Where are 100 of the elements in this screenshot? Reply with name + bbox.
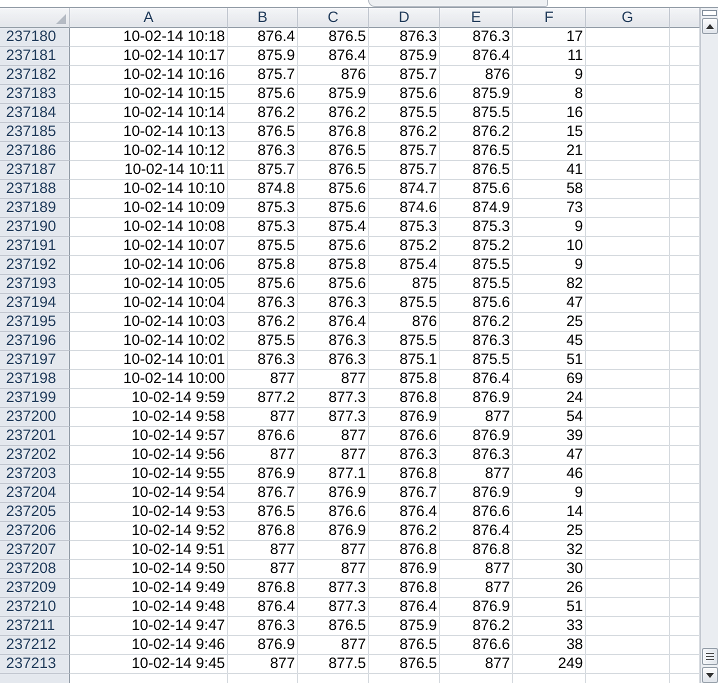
row-header[interactable]: 237186 bbox=[0, 142, 70, 161]
row-header[interactable]: 237210 bbox=[0, 598, 70, 617]
row-header[interactable]: 237184 bbox=[0, 104, 70, 123]
vertical-scrollbar[interactable] bbox=[700, 8, 718, 683]
table-cell: 33 bbox=[513, 617, 586, 636]
table-cell: 876.2 bbox=[440, 123, 513, 142]
select-all-button[interactable] bbox=[0, 8, 70, 28]
table-cell: 875.7 bbox=[228, 66, 298, 85]
table-cell: 876.5 bbox=[228, 123, 298, 142]
scroll-thumb[interactable] bbox=[702, 648, 718, 665]
table-cell: 10-02-14 10:03 bbox=[70, 313, 228, 332]
table-cell: 876.2 bbox=[440, 313, 513, 332]
table-cell: 876 bbox=[440, 66, 513, 85]
row-header[interactable]: 237194 bbox=[0, 294, 70, 313]
grip-icon bbox=[706, 653, 714, 660]
row-header[interactable]: 237211 bbox=[0, 617, 70, 636]
row-header[interactable]: 237200 bbox=[0, 408, 70, 427]
row-header[interactable]: 237190 bbox=[0, 218, 70, 237]
row-header[interactable]: 237212 bbox=[0, 636, 70, 655]
table-cell: 875.5 bbox=[369, 104, 440, 123]
table-cell: 10-02-14 9:55 bbox=[70, 465, 228, 484]
table-cell: 877.3 bbox=[298, 598, 369, 617]
row-header[interactable]: 237204 bbox=[0, 484, 70, 503]
column-header[interactable]: A bbox=[70, 8, 228, 28]
table-cell: 249 bbox=[513, 655, 586, 674]
column-header[interactable]: E bbox=[440, 8, 513, 28]
row-header[interactable]: 237205 bbox=[0, 503, 70, 522]
table-cell: 875.5 bbox=[440, 351, 513, 370]
table-cell: 15 bbox=[513, 123, 586, 142]
table-cell: 10-02-14 9:45 bbox=[70, 655, 228, 674]
row-header[interactable]: 237197 bbox=[0, 351, 70, 370]
row-header[interactable]: 237191 bbox=[0, 237, 70, 256]
column-header[interactable]: D bbox=[369, 8, 440, 28]
row-header[interactable]: 237180 bbox=[0, 28, 70, 47]
row-header[interactable]: 237182 bbox=[0, 66, 70, 85]
table-cell: 877.3 bbox=[298, 408, 369, 427]
table-cell: 874.7 bbox=[369, 180, 440, 199]
split-handle[interactable] bbox=[702, 10, 717, 16]
table-cell: 10-02-14 10:00 bbox=[70, 370, 228, 389]
row-header[interactable]: 237192 bbox=[0, 256, 70, 275]
table-cell: 877.5 bbox=[298, 655, 369, 674]
row-header[interactable]: 237199 bbox=[0, 389, 70, 408]
row-header[interactable]: 237206 bbox=[0, 522, 70, 541]
row-header[interactable]: 237196 bbox=[0, 332, 70, 351]
column-header[interactable]: C bbox=[298, 8, 369, 28]
row-header[interactable]: 237189 bbox=[0, 199, 70, 218]
table-cell: 876.4 bbox=[228, 28, 298, 47]
table-cell: 876.9 bbox=[440, 427, 513, 446]
table-cell: 10-02-14 9:47 bbox=[70, 617, 228, 636]
table-cell: 876.3 bbox=[228, 142, 298, 161]
table-cell: 876.5 bbox=[298, 28, 369, 47]
column-header[interactable]: B bbox=[228, 8, 298, 28]
table-cell: 875.6 bbox=[440, 180, 513, 199]
table-cell: 16 bbox=[513, 104, 586, 123]
table-cell: 876.5 bbox=[440, 142, 513, 161]
table-cell: 10-02-14 9:46 bbox=[70, 636, 228, 655]
row-header[interactable]: 237201 bbox=[0, 427, 70, 446]
table-cell: 58 bbox=[513, 180, 586, 199]
row-header[interactable]: 237203 bbox=[0, 465, 70, 484]
table-cell: 876.8 bbox=[228, 522, 298, 541]
table-cell: 876.2 bbox=[440, 617, 513, 636]
row-header[interactable]: 237188 bbox=[0, 180, 70, 199]
table-cell: 876.3 bbox=[298, 332, 369, 351]
row-header[interactable]: 237213 bbox=[0, 655, 70, 674]
table-cell: 10-02-14 10:02 bbox=[70, 332, 228, 351]
row-header[interactable]: 237181 bbox=[0, 47, 70, 66]
row-header[interactable]: 237208 bbox=[0, 560, 70, 579]
row-header[interactable]: 237187 bbox=[0, 161, 70, 180]
row-header[interactable]: 237183 bbox=[0, 85, 70, 104]
table-cell: 874.8 bbox=[228, 180, 298, 199]
row-header[interactable]: 237195 bbox=[0, 313, 70, 332]
row-header[interactable]: 237207 bbox=[0, 541, 70, 560]
table-cell: 51 bbox=[513, 598, 586, 617]
table-cell: 876.5 bbox=[369, 655, 440, 674]
table-cell: 10 bbox=[513, 237, 586, 256]
table-cell: 877 bbox=[228, 370, 298, 389]
scroll-up-button[interactable] bbox=[702, 18, 718, 34]
table-cell: 875.1 bbox=[369, 351, 440, 370]
column-header[interactable]: F bbox=[513, 8, 586, 28]
row-header[interactable]: 237193 bbox=[0, 275, 70, 294]
scroll-down-button[interactable] bbox=[702, 667, 718, 683]
table-cell: 876.2 bbox=[298, 104, 369, 123]
table-cell: 25 bbox=[513, 522, 586, 541]
row-header[interactable]: 237185 bbox=[0, 123, 70, 142]
table-cell: 875.9 bbox=[369, 47, 440, 66]
column-header[interactable]: G bbox=[586, 8, 670, 28]
table-cell: 54 bbox=[513, 408, 586, 427]
row-header[interactable]: 237198 bbox=[0, 370, 70, 389]
table-cell: 10-02-14 10:09 bbox=[70, 199, 228, 218]
table-cell: 876.9 bbox=[369, 560, 440, 579]
table-cell: 10-02-14 10:16 bbox=[70, 66, 228, 85]
table-cell: 9 bbox=[513, 256, 586, 275]
row-header[interactable]: 237209 bbox=[0, 579, 70, 598]
table-cell: 876.8 bbox=[369, 389, 440, 408]
table-cell: 45 bbox=[513, 332, 586, 351]
row-header[interactable]: 237202 bbox=[0, 446, 70, 465]
table-cell: 876.5 bbox=[369, 636, 440, 655]
table-cell: 876.5 bbox=[228, 503, 298, 522]
table-cell: 875.6 bbox=[440, 294, 513, 313]
table-cell: 877 bbox=[298, 541, 369, 560]
